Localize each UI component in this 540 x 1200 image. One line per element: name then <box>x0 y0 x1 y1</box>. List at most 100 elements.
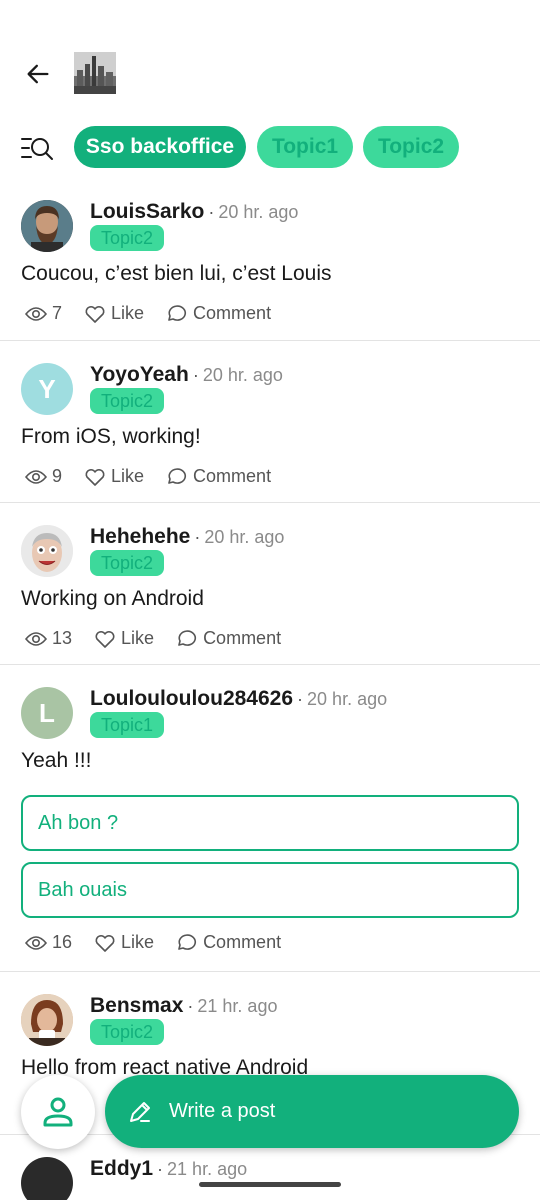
views-count: 7 <box>25 303 62 324</box>
post-card[interactable]: LouisSarko · 20 hr. ago Topic2 Coucou, c… <box>0 178 540 341</box>
avatar[interactable] <box>21 994 73 1046</box>
comment-button[interactable]: Comment <box>166 303 271 324</box>
post-text: Coucou, c’est bien lui, c’est Louis <box>21 262 332 285</box>
post-text: Yeah !!! <box>21 749 92 772</box>
views-count: 13 <box>25 628 72 649</box>
comment-button[interactable]: Comment <box>176 932 281 953</box>
author-name[interactable]: Hehehehe <box>90 525 190 549</box>
separator-dot: · <box>192 365 199 385</box>
back-button[interactable] <box>18 54 58 94</box>
chip-sso-backoffice[interactable]: Sso backoffice <box>74 126 246 168</box>
post-feed: LouisSarko · 20 hr. ago Topic2 Coucou, c… <box>0 178 540 1200</box>
like-button[interactable]: Like <box>94 628 154 649</box>
home-indicator[interactable] <box>199 1182 341 1187</box>
comment-icon <box>168 467 187 484</box>
arrow-left-icon <box>27 64 49 84</box>
author-line: Loulouloulou284626 · 20 hr. ago <box>90 687 387 711</box>
post-actions: 13 Like Comment <box>25 628 303 649</box>
chip-topic2[interactable]: Topic2 <box>363 126 459 168</box>
like-button[interactable]: Like <box>84 303 144 324</box>
comment-label: Comment <box>203 628 282 648</box>
comment-button[interactable]: Comment <box>176 628 281 649</box>
like-button[interactable]: Like <box>94 932 154 953</box>
poll-option[interactable]: Ah bon ? <box>21 795 519 851</box>
post-actions: 9 Like Comment <box>25 466 293 487</box>
topic-badge: Topic2 <box>90 1019 165 1045</box>
views-value: 9 <box>52 466 63 486</box>
poll-option[interactable]: Bah ouais <box>21 862 519 918</box>
group-image[interactable] <box>74 52 116 94</box>
avatar[interactable] <box>21 1157 73 1200</box>
comment-icon <box>178 933 197 950</box>
comment-button[interactable]: Comment <box>166 466 271 487</box>
like-label: Like <box>121 932 155 952</box>
author-name[interactable]: Bensmax <box>90 994 183 1018</box>
like-button[interactable]: Like <box>84 466 144 487</box>
topic-filter-bar: Sso backoffice Topic1 Topic2 <box>0 126 540 170</box>
separator-dot: · <box>208 202 215 222</box>
topic-badge: Topic1 <box>90 712 165 738</box>
post-time: 20 hr. ago <box>307 689 388 709</box>
post-card[interactable]: Y YoyoYeah · 20 hr. ago Topic2 From iOS,… <box>0 341 540 503</box>
separator-dot: · <box>297 689 304 709</box>
heart-icon <box>95 630 115 648</box>
views-count: 9 <box>25 466 62 487</box>
views-value: 7 <box>52 303 63 323</box>
eye-icon <box>25 935 47 950</box>
author-name[interactable]: LouisSarko <box>90 200 204 224</box>
app-header <box>0 0 540 120</box>
post-time: 20 hr. ago <box>204 527 285 547</box>
avatar[interactable]: L <box>21 687 73 739</box>
author-name[interactable]: Loulouloulou284626 <box>90 687 293 711</box>
separator-dot: · <box>157 1159 164 1179</box>
post-text: Working on Android <box>21 587 204 610</box>
post-card[interactable]: Hehehehe · 20 hr. ago Topic2 Working on … <box>0 503 540 665</box>
post-actions: 7 Like Comment <box>25 303 293 324</box>
heart-icon <box>85 305 105 323</box>
separator-dot: · <box>194 527 201 547</box>
eye-icon <box>25 631 47 646</box>
comment-label: Comment <box>193 303 272 323</box>
post-card[interactable]: L Loulouloulou284626 · 20 hr. ago Topic1… <box>0 665 540 972</box>
topic-badge: Topic2 <box>90 550 165 576</box>
avatar[interactable]: Y <box>21 363 73 415</box>
author-line: Hehehehe · 20 hr. ago <box>90 525 284 549</box>
views-value: 16 <box>52 932 73 952</box>
eye-icon <box>25 469 47 484</box>
post-time: 21 hr. ago <box>197 996 278 1016</box>
avatar-letter: Y <box>38 373 56 404</box>
like-label: Like <box>111 303 145 323</box>
person-icon <box>43 1097 73 1127</box>
views-value: 13 <box>52 628 73 648</box>
heart-icon <box>95 934 115 952</box>
author-line: YoyoYeah · 20 hr. ago <box>90 363 283 387</box>
post-time: 20 hr. ago <box>218 202 299 222</box>
avatar-letter: L <box>39 697 55 728</box>
eye-icon <box>25 306 47 321</box>
comment-icon <box>168 304 187 321</box>
avatar[interactable] <box>21 200 73 252</box>
topic-badge: Topic2 <box>90 225 165 251</box>
write-post-label: Write a post <box>169 1100 276 1122</box>
comment-label: Comment <box>203 932 282 952</box>
author-line: Eddy1 · 21 hr. ago <box>90 1157 247 1181</box>
post-actions: 16 Like Comment <box>25 932 303 953</box>
write-post-button[interactable]: Write a post <box>105 1075 519 1148</box>
post-time: 21 hr. ago <box>167 1159 248 1179</box>
pen-icon <box>130 1101 150 1122</box>
avatar[interactable] <box>21 525 73 577</box>
author-line: Bensmax · 21 hr. ago <box>90 994 277 1018</box>
comment-label: Comment <box>193 466 272 486</box>
views-count: 16 <box>25 932 72 953</box>
filter-search-icon[interactable] <box>18 132 56 164</box>
profile-button[interactable] <box>21 1075 95 1149</box>
like-label: Like <box>121 628 155 648</box>
post-time: 20 hr. ago <box>202 365 283 385</box>
post-text: From iOS, working! <box>21 425 201 448</box>
heart-icon <box>85 468 105 486</box>
comment-icon <box>178 629 197 646</box>
topic-badge: Topic2 <box>90 388 165 414</box>
author-name[interactable]: Eddy1 <box>90 1157 153 1181</box>
author-name[interactable]: YoyoYeah <box>90 363 189 387</box>
chip-topic1[interactable]: Topic1 <box>257 126 353 168</box>
